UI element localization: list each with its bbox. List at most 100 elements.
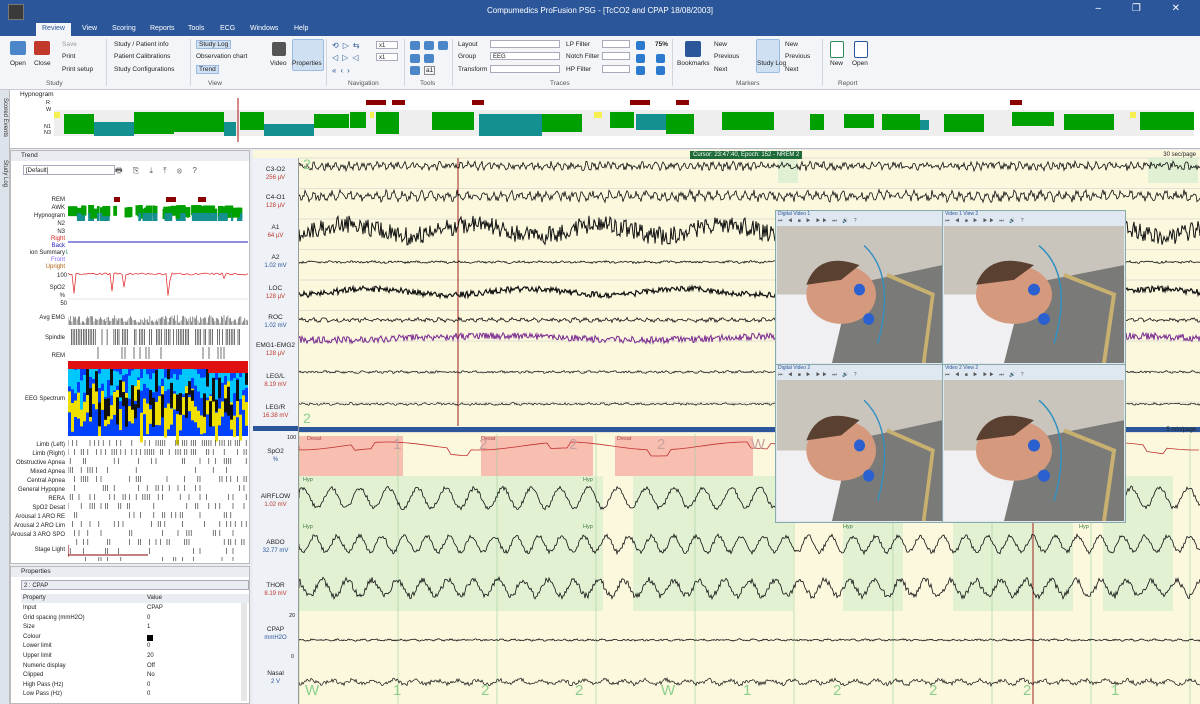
percent-button[interactable]: 75% bbox=[655, 41, 668, 48]
channel-label[interactable]: A2 1.02 mV bbox=[253, 254, 298, 270]
study-patient-info-button[interactable]: Study / Patient info bbox=[114, 41, 169, 48]
channel-label[interactable]: LOC 128 µV bbox=[253, 285, 298, 301]
video-window[interactable]: Video 2 View 2 ⏮ ◀ ■ ▶ ▶▶ ⏭ 🔊 ? bbox=[942, 364, 1126, 523]
open-icon[interactable] bbox=[10, 41, 26, 55]
video-controls[interactable]: ⏮ ◀ ■ ▶ ▶▶ ⏭ 🔊 ? bbox=[778, 372, 859, 378]
channel-label[interactable]: THOR 8.19 mV bbox=[253, 582, 298, 598]
zoom-tool-icon[interactable] bbox=[410, 54, 420, 63]
notch-filter-select[interactable] bbox=[602, 52, 630, 60]
zoom-out-icon[interactable] bbox=[636, 54, 645, 63]
property-value[interactable]: 0 bbox=[147, 682, 150, 688]
video-icon[interactable] bbox=[272, 42, 286, 56]
marker-previous-button[interactable]: Previous bbox=[714, 53, 739, 60]
search-tool-icon[interactable] bbox=[410, 66, 420, 75]
report-open-button[interactable]: Open bbox=[852, 60, 868, 67]
scored-events-tab[interactable]: Scored Events bbox=[2, 98, 8, 137]
video-controls[interactable]: ⏮ ◀ ■ ▶ ▶▶ ⏭ 🔊 ? bbox=[945, 372, 1026, 378]
group-select[interactable]: EEG bbox=[490, 52, 560, 60]
print-button[interactable]: Print bbox=[62, 53, 75, 60]
amplitude-down-icon[interactable] bbox=[656, 66, 665, 75]
observation-chart-button[interactable]: Observation chart bbox=[196, 53, 247, 60]
menu-scoring[interactable]: Scoring bbox=[112, 25, 136, 32]
new-report-icon[interactable] bbox=[830, 41, 844, 58]
channel-label[interactable]: EMG1-EMG2 128 µV bbox=[253, 342, 298, 358]
channel-label[interactable]: Nasal 2 V bbox=[253, 670, 298, 686]
study-log-marker-icon[interactable] bbox=[756, 39, 780, 73]
channel-label[interactable]: CPAP mmH2O bbox=[253, 626, 298, 642]
channel-label[interactable]: SpO2% bbox=[253, 448, 298, 464]
navigation-arrows-icon[interactable]: ⟲▷⇆ bbox=[332, 41, 364, 50]
open-report-icon[interactable] bbox=[854, 41, 868, 58]
hp-filter-select[interactable] bbox=[602, 65, 630, 73]
zoom-select-2[interactable]: x1 bbox=[376, 53, 398, 61]
zoom-select-1[interactable]: x1 bbox=[376, 41, 398, 49]
channel-label[interactable]: LEG/L 8.19 mV bbox=[253, 373, 298, 389]
log-new-button[interactable]: New bbox=[785, 41, 798, 48]
zoom-fit-icon[interactable] bbox=[636, 66, 645, 75]
properties-button[interactable]: Properties bbox=[292, 60, 322, 67]
property-value[interactable]: No bbox=[147, 672, 155, 678]
channel-label[interactable]: C3-O2 256 µV bbox=[253, 166, 298, 182]
bookmarks-button[interactable]: Bookmarks bbox=[677, 60, 710, 67]
property-value[interactable]: 0 bbox=[147, 643, 150, 649]
property-value[interactable]: CPAP bbox=[147, 605, 163, 611]
property-value[interactable]: 20 bbox=[147, 653, 154, 659]
transform-select[interactable] bbox=[490, 65, 560, 73]
close-button[interactable]: Close bbox=[34, 60, 51, 67]
zoom-in-icon[interactable] bbox=[636, 41, 645, 50]
select-icon[interactable] bbox=[438, 41, 448, 50]
channel-label[interactable]: AIRFLOW 1.02 mV bbox=[253, 493, 298, 509]
menu-ecg[interactable]: ECG bbox=[220, 25, 235, 32]
trend-button[interactable]: Trend bbox=[196, 65, 219, 74]
hypnogram-chart[interactable] bbox=[54, 98, 1194, 142]
log-next-button[interactable]: Next bbox=[785, 66, 798, 73]
properties-scrollbar[interactable] bbox=[241, 603, 247, 701]
navigation-arrows-2-icon[interactable]: ◁▷◁ bbox=[332, 53, 362, 62]
marker-new-button[interactable]: New bbox=[714, 41, 727, 48]
video-button[interactable]: Video bbox=[270, 60, 287, 67]
save-button[interactable]: Save bbox=[62, 41, 77, 48]
trend-graphs[interactable] bbox=[68, 185, 248, 561]
menu-tools[interactable]: Tools bbox=[188, 25, 204, 32]
menu-windows[interactable]: Windows bbox=[250, 25, 278, 32]
video-controls[interactable]: ⏮ ◀ ■ ▶ ▶▶ ⏭ 🔊 ? bbox=[778, 218, 859, 224]
study-log-button[interactable]: Study Log bbox=[196, 40, 232, 49]
menu-help[interactable]: Help bbox=[294, 25, 308, 32]
trend-preset-select[interactable]: [Default] bbox=[23, 165, 115, 175]
close-study-icon[interactable] bbox=[34, 41, 50, 55]
property-value[interactable]: Off bbox=[147, 663, 155, 669]
property-value[interactable]: 0 bbox=[147, 615, 150, 621]
video-controls[interactable]: ⏮ ◀ ■ ▶ ▶▶ ⏭ 🔊 ? bbox=[945, 218, 1026, 224]
open-button[interactable]: Open bbox=[10, 60, 26, 67]
annotation-tool-icon[interactable]: a1 bbox=[424, 66, 436, 75]
property-value[interactable]: 1 bbox=[147, 624, 150, 630]
study-configurations-button[interactable]: Study Configurations bbox=[114, 66, 174, 73]
video-window[interactable]: Digital Video 2 ⏮ ◀ ■ ▶ ▶▶ ⏭ 🔊 ? bbox=[775, 364, 944, 523]
channel-label[interactable]: C4-O1 128 µV bbox=[253, 194, 298, 210]
video-window[interactable]: Video 1 View 2 ⏮ ◀ ■ ▶ ▶▶ ⏭ 🔊 ? bbox=[942, 210, 1126, 365]
window-controls[interactable]: – ❐ ✕ bbox=[1096, 3, 1194, 14]
navigation-arrows-3-icon[interactable]: «‹› bbox=[332, 66, 354, 75]
properties-object-select[interactable]: 2 : CPAP bbox=[21, 580, 249, 590]
marker-icon[interactable] bbox=[424, 41, 434, 50]
lp-filter-select[interactable] bbox=[602, 40, 630, 48]
video-window[interactable]: Digital Video 1 ⏮ ◀ ■ ▶ ▶▶ ⏭ 🔊 ? bbox=[775, 210, 944, 365]
menu-review[interactable]: Review bbox=[36, 23, 71, 36]
bookmark-icon[interactable] bbox=[685, 41, 701, 57]
menu-reports[interactable]: Reports bbox=[150, 25, 175, 32]
marker-next-button[interactable]: Next bbox=[714, 66, 727, 73]
log-previous-button[interactable]: Previous bbox=[785, 53, 810, 60]
amplitude-up-icon[interactable] bbox=[656, 54, 665, 63]
layout-select[interactable] bbox=[490, 40, 560, 48]
property-value[interactable]: 0 bbox=[147, 691, 150, 697]
patient-calibrations-button[interactable]: Patient Calibrations bbox=[114, 53, 170, 60]
ruler-icon[interactable] bbox=[410, 41, 420, 50]
channel-label[interactable]: ABDO 32.77 mV bbox=[253, 539, 298, 555]
measure-tool-icon[interactable] bbox=[424, 54, 434, 63]
channel-label[interactable]: A1 64 µV bbox=[253, 224, 298, 240]
channel-label[interactable]: ROC 1.02 mV bbox=[253, 314, 298, 330]
study-log-marker-button[interactable]: Study Log bbox=[757, 60, 786, 67]
channel-label[interactable]: LEG/R 16.38 mV bbox=[253, 404, 298, 420]
study-log-tab[interactable]: Study Log bbox=[2, 160, 8, 187]
colour-swatch[interactable] bbox=[147, 634, 153, 641]
